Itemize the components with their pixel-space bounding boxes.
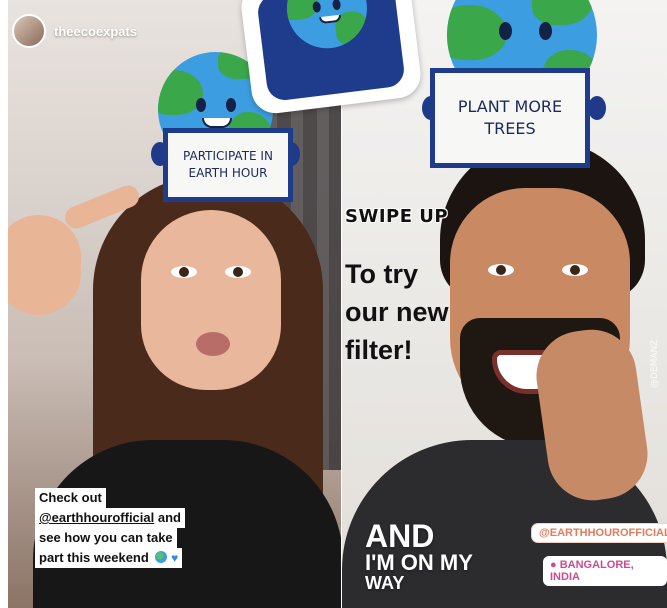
- eye: [225, 266, 251, 278]
- caption-line: Check out: [35, 488, 106, 508]
- and-line: I'M ON MY: [365, 550, 473, 575]
- left-sign: PARTICIPATE IN EARTH HOUR: [163, 128, 293, 202]
- caption: Check out @earthhourofficial and see how…: [35, 488, 225, 568]
- location-pin-icon: ●: [550, 559, 557, 571]
- right-sign-text: PLANT MORE TREES: [457, 97, 563, 138]
- face: [141, 210, 281, 390]
- blue-heart-icon: ♥: [171, 551, 179, 565]
- cta-line: filter!: [345, 335, 413, 365]
- eye: [562, 264, 588, 276]
- caption-line: part this weekend ♥: [35, 548, 183, 568]
- cta-line: To try: [345, 259, 418, 289]
- earth-mascot-icon: [282, 0, 372, 53]
- caption-line: @earthhourofficial and: [35, 508, 185, 528]
- cta-line: our new: [345, 297, 449, 327]
- lips: [196, 332, 230, 356]
- and-text: AND I'M ON MY WAY: [365, 520, 473, 592]
- globe-emoji-icon: [155, 551, 168, 563]
- profile-header[interactable]: theecoexpats: [12, 14, 137, 48]
- right-sign: PLANT MORE TREES: [430, 68, 590, 168]
- swipe-up-label[interactable]: SWIPE UP: [345, 206, 448, 227]
- left-sign-text: PARTICIPATE IN EARTH HOUR: [183, 149, 273, 180]
- and-line: AND: [365, 518, 435, 554]
- earth-hour-app-icon: [238, 0, 424, 116]
- and-line: WAY: [365, 573, 405, 593]
- mention-sticker-text: @EARTHHOUROFFICIAL: [539, 527, 667, 539]
- location-sticker[interactable]: ● BANGALORE, INDIA: [543, 556, 667, 586]
- hand: [8, 215, 81, 315]
- watermark: @DEMANZ: [650, 339, 660, 388]
- avatar[interactable]: [12, 14, 46, 48]
- mention-link[interactable]: @earthhourofficial: [39, 510, 154, 525]
- caption-line: see how you can take: [35, 528, 177, 548]
- location-sticker-text: BANGALORE, INDIA: [550, 559, 634, 583]
- username[interactable]: theecoexpats: [54, 24, 137, 39]
- mention-sticker[interactable]: @EARTHHOUROFFICIAL: [532, 524, 667, 542]
- eye: [171, 266, 197, 278]
- cta-text: To try our new filter!: [345, 255, 505, 369]
